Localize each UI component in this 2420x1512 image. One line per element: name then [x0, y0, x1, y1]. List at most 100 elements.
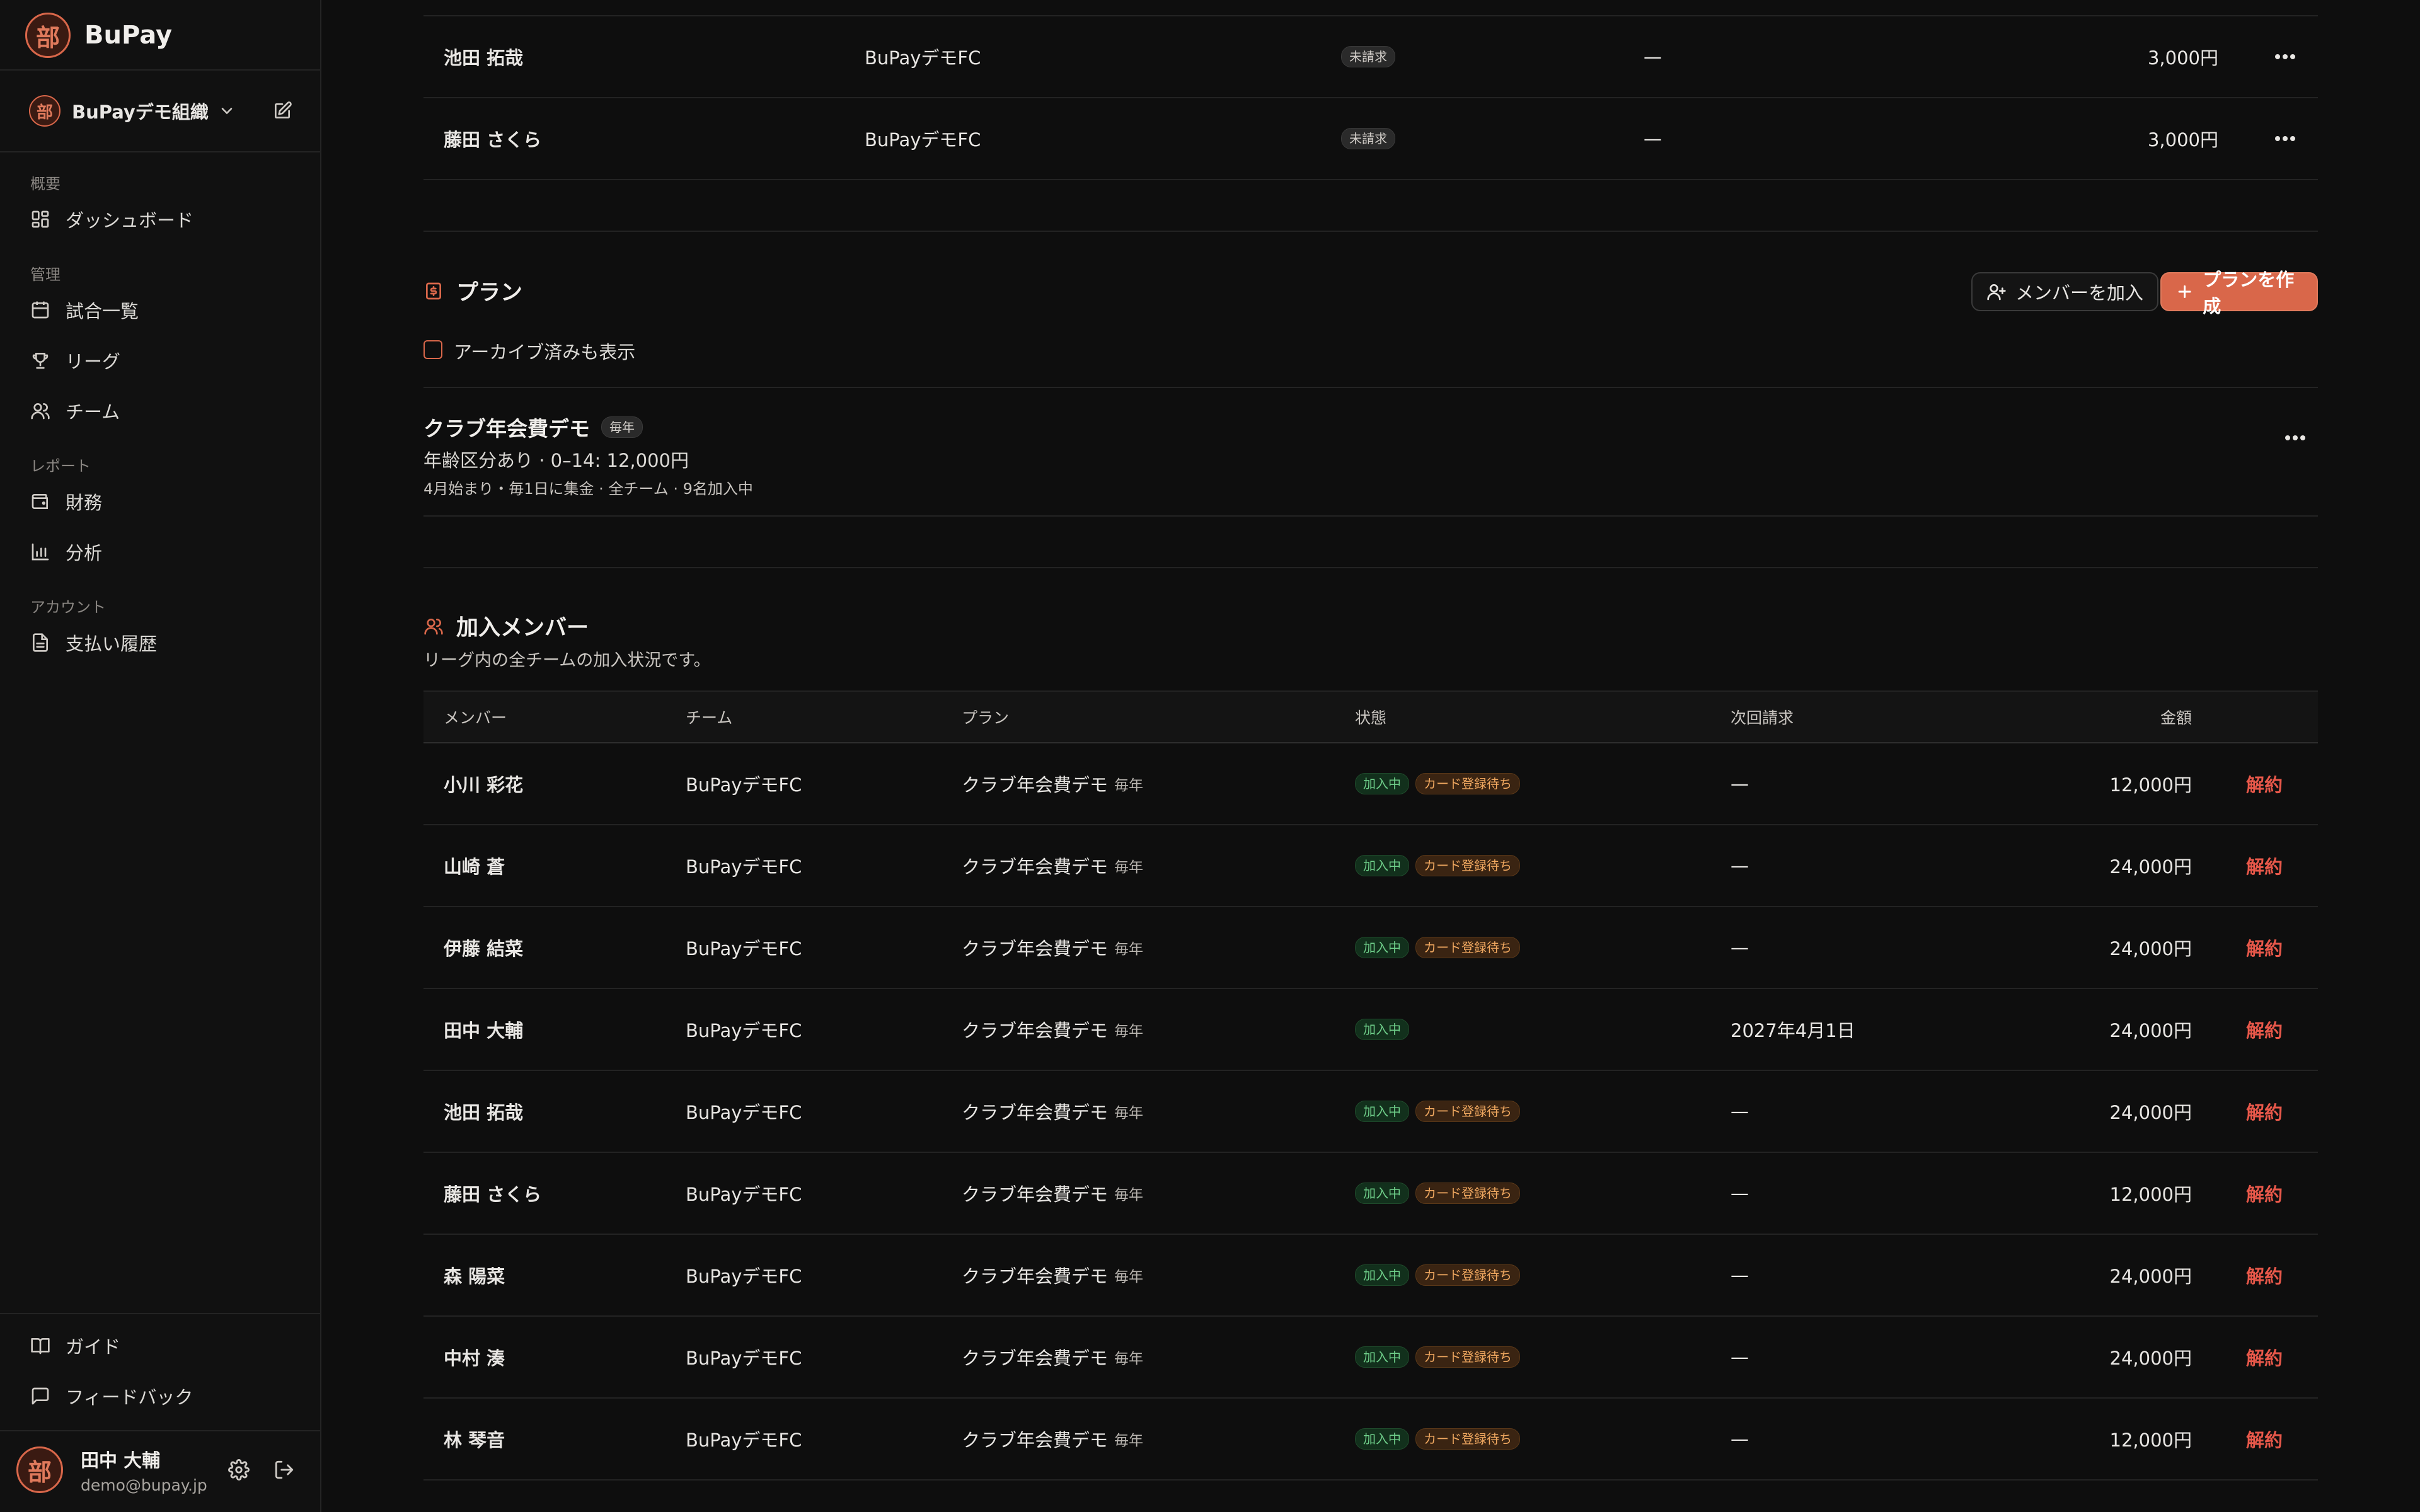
amount: 3,000円	[2147, 47, 2218, 69]
status-badge: 加入中	[1355, 1183, 1409, 1204]
next-billing: —	[1644, 128, 1662, 149]
cancel-button[interactable]: 解約	[2246, 743, 2283, 824]
trophy-icon	[32, 353, 49, 369]
cancel-button[interactable]: 解約	[2246, 1153, 2283, 1234]
sidebar-item-league[interactable]: リーグ	[30, 341, 301, 379]
cancel-button[interactable]: 解約	[2246, 1317, 2283, 1397]
plan-menu-button[interactable]	[2283, 425, 2308, 446]
app: 部 BuPay 部 BuPayデモ組織 概要 ダッシュボード 管理 試合一覧 リ…	[0, 0, 2420, 1512]
plan-name: クラブ年会費デモ	[962, 1429, 1109, 1451]
receipt-icon	[426, 282, 441, 299]
plan-frequency: 毎年	[1114, 1187, 1144, 1203]
user-info: 田中 大輔 demo@bupay.jp	[81, 1446, 207, 1494]
col-plan: プラン	[962, 709, 1010, 727]
next-billing: 2027年4月1日	[1731, 1020, 1855, 1041]
plan-cell: クラブ年会費デモ 毎年	[962, 825, 1143, 906]
table-row: 中村 湊 BuPayデモFC クラブ年会費デモ 毎年 加入中 カード登録待ち —…	[424, 1317, 2318, 1399]
plan-name: クラブ年会費デモ	[962, 1020, 1109, 1041]
section-divider	[424, 180, 2318, 232]
next-billing: —	[1731, 1428, 1749, 1450]
status-cell: 加入中 カード登録待ち	[1355, 1071, 1520, 1152]
plan-frequency: 毎年	[1114, 1269, 1144, 1285]
brand[interactable]: 部 BuPay	[25, 13, 172, 58]
member-name: 池田 拓哉	[444, 1102, 524, 1123]
member-name: 藤田 さくら	[444, 129, 542, 151]
next-billing: —	[1731, 773, 1749, 794]
logout-icon[interactable]	[274, 1459, 295, 1480]
plan-price-line: 年齢区分あり · 0–14: 12,000円	[424, 450, 689, 471]
card-pending-badge: カード登録待ち	[1415, 1346, 1520, 1368]
cancel-button[interactable]: 解約	[2246, 1071, 2283, 1152]
users-icon	[31, 403, 50, 420]
sidebar-item-finance[interactable]: 財務	[30, 483, 301, 520]
row-menu-button[interactable]	[2273, 98, 2298, 179]
calendar-icon	[32, 301, 49, 319]
edit-icon[interactable]	[272, 101, 292, 121]
brand-name: BuPay	[84, 21, 173, 50]
status-badge: 未請求	[1341, 46, 1395, 67]
plan-card[interactable]: クラブ年会費デモ 毎年 年齢区分あり · 0–14: 12,000円 4月始まり…	[424, 387, 2318, 517]
col-status: 状態	[1355, 709, 1387, 727]
cancel-button[interactable]: 解約	[2246, 825, 2283, 906]
cancel-button[interactable]: 解約	[2246, 989, 2283, 1070]
amount: 24,000円	[2109, 856, 2192, 878]
plan-frequency-badge: 毎年	[601, 416, 643, 438]
status-badge: 加入中	[1355, 937, 1409, 958]
table-row: 田中 大輔 BuPayデモFC クラブ年会費デモ 毎年 加入中 2027年4月1…	[424, 989, 2318, 1071]
team-name: BuPayデモFC	[686, 1184, 802, 1205]
create-plan-button[interactable]: プランを作成	[2160, 269, 2318, 317]
next-billing: —	[1731, 1101, 1749, 1122]
sidebar-item-feedback[interactable]: フィードバック	[30, 1377, 301, 1415]
nav-section-manage: 管理	[30, 266, 60, 284]
status-cell: 加入中 カード登録待ち	[1355, 1153, 1520, 1234]
sidebar-item-payment-history[interactable]: 支払い履歴	[30, 624, 301, 662]
team-name: BuPayデモFC	[865, 47, 981, 69]
add-member-button[interactable]: メンバーを加入	[1971, 272, 2159, 311]
cancel-button[interactable]: 解約	[2246, 1399, 2283, 1479]
status-badge: 加入中	[1355, 773, 1409, 794]
plan-frequency: 毎年	[1114, 859, 1144, 876]
chevron-down-icon[interactable]	[218, 102, 236, 120]
cancel-button[interactable]: 解約	[2246, 907, 2283, 988]
plan-cell: クラブ年会費デモ 毎年	[962, 1235, 1143, 1315]
brand-logo: 部	[25, 13, 71, 58]
col-member: メンバー	[444, 709, 507, 727]
plan-frequency: 毎年	[1114, 1351, 1144, 1367]
plan-name: クラブ年会費デモ	[962, 1348, 1109, 1369]
next-billing: —	[1731, 937, 1749, 958]
show-archived-label[interactable]: アーカイブ済みも表示	[454, 338, 635, 364]
amount: 24,000円	[2109, 1348, 2192, 1369]
plan-header: クラブ年会費デモ 毎年	[424, 412, 643, 442]
users-icon	[424, 618, 443, 634]
dashboard-icon	[32, 210, 49, 228]
status-cell: 加入中 カード登録待ち	[1355, 743, 1520, 824]
card-pending-badge: カード登録待ち	[1415, 773, 1520, 794]
sidebar-item-label: 支払い履歴	[66, 633, 158, 655]
status-badge: 加入中	[1355, 1346, 1409, 1368]
show-archived-checkbox[interactable]	[424, 340, 442, 359]
document-icon	[33, 633, 48, 652]
table-row: 森 陽菜 BuPayデモFC クラブ年会費デモ 毎年 加入中 カード登録待ち —…	[424, 1235, 2318, 1317]
more-horizontal-icon	[2275, 54, 2295, 59]
sidebar-item-guide[interactable]: ガイド	[30, 1327, 301, 1365]
team-name: BuPayデモFC	[686, 1429, 802, 1451]
member-name: 林 琴音	[444, 1429, 505, 1451]
sidebar-item-dashboard[interactable]: ダッシュボード	[30, 200, 301, 238]
member-name: 池田 拓哉	[444, 47, 524, 69]
gear-icon[interactable]	[228, 1459, 250, 1480]
org-name: BuPayデモ組織	[72, 101, 209, 123]
card-pending-badge: カード登録待ち	[1415, 937, 1520, 958]
sidebar-item-matches[interactable]: 試合一覧	[30, 291, 301, 329]
cancel-button[interactable]: 解約	[2246, 1235, 2283, 1315]
team-name: BuPayデモFC	[686, 856, 802, 878]
plan-frequency: 毎年	[1114, 1433, 1144, 1449]
status-cell: 加入中 カード登録待ち	[1355, 1317, 1520, 1397]
org-logo: 部	[29, 95, 60, 127]
sidebar-item-analytics[interactable]: 分析	[30, 533, 301, 571]
org-switcher[interactable]: 部 BuPayデモ組織	[29, 93, 300, 129]
avatar[interactable]: 部	[16, 1446, 63, 1493]
row-menu-button[interactable]	[2273, 16, 2298, 97]
status-cell: 加入中 カード登録待ち	[1355, 825, 1520, 906]
team-name: BuPayデモFC	[686, 1020, 802, 1041]
sidebar-item-team[interactable]: チーム	[30, 392, 301, 430]
